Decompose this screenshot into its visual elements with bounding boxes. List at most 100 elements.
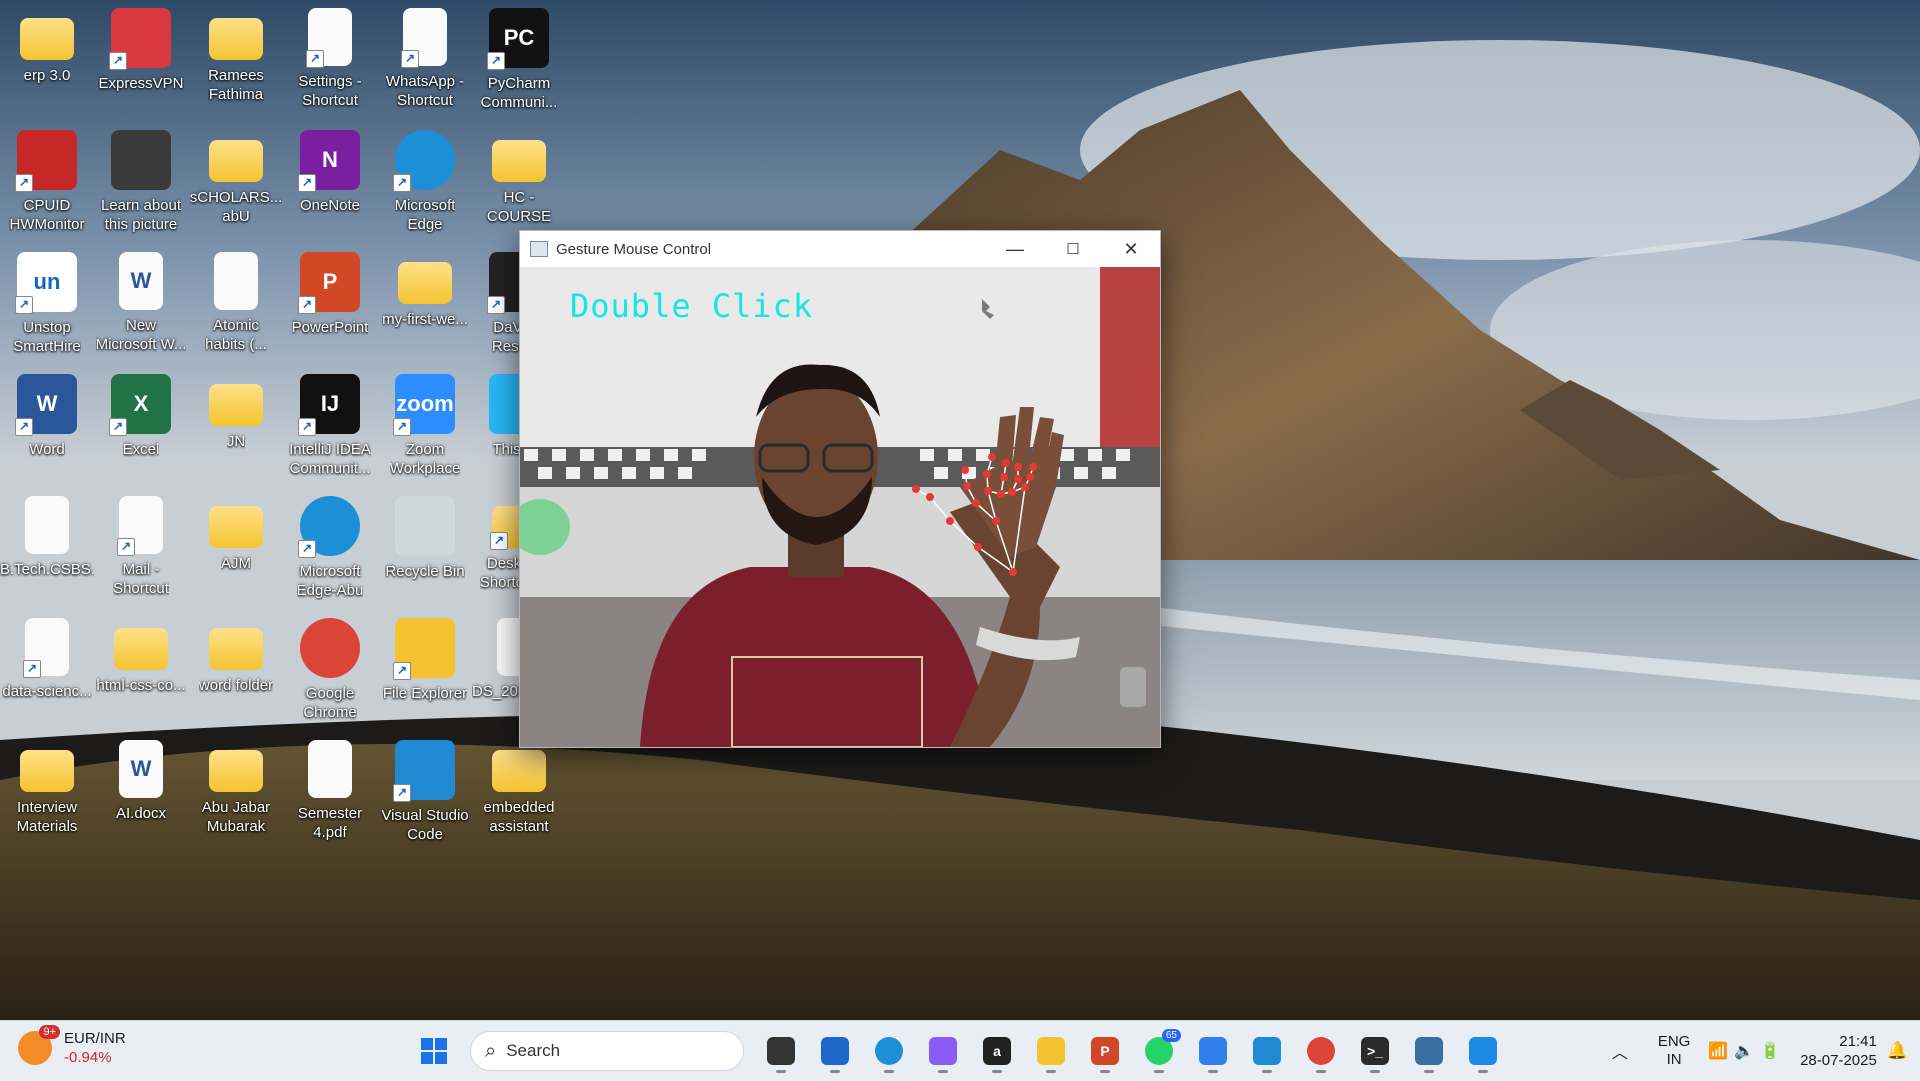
desktop-icon[interactable]: ↗ Microsoft Edge xyxy=(378,122,472,240)
start-button[interactable] xyxy=(412,1029,456,1073)
desktop-icon[interactable]: Google Chrome xyxy=(283,610,377,728)
shortcut-arrow-icon: ↗ xyxy=(117,538,135,556)
taskbar-app-edge[interactable] xyxy=(867,1029,911,1073)
desktop-icon[interactable]: AJM xyxy=(189,488,283,606)
desktop-icon[interactable]: Learn about this picture xyxy=(94,122,188,240)
desktop-icon[interactable]: JN xyxy=(189,366,283,484)
windows-logo-icon xyxy=(421,1038,447,1064)
desktop-icon[interactable]: ↗ File Explorer xyxy=(378,610,472,728)
folder-icon xyxy=(209,506,263,548)
desktop-icon[interactable]: sCHOLARS... abU xyxy=(189,122,283,240)
desktop-icon[interactable]: Abu Jabar Mubarak xyxy=(189,732,283,850)
desktop-icon[interactable]: Ramees Fathima xyxy=(189,0,283,118)
desktop-icon[interactable]: ↗ CPUID HWMonitor xyxy=(0,122,94,240)
desktop-icon[interactable]: ↗ Visual Studio Code xyxy=(378,732,472,850)
shortcut-arrow-icon: ↗ xyxy=(490,532,508,550)
taskbar-app-whatsapp[interactable]: 65 xyxy=(1137,1029,1181,1073)
photos-icon xyxy=(1469,1037,1497,1065)
desktop-icon-label: Mail - Shortcut xyxy=(113,561,169,597)
desktop-icon[interactable]: Atomic habits (... xyxy=(189,244,283,362)
desktop-icon[interactable]: erp 3.0 xyxy=(0,0,94,118)
desktop-icon[interactable]: W AI.docx xyxy=(94,732,188,850)
zoom-icon: zoom ↗ xyxy=(393,374,455,436)
desktop-icon-label: AI.docx xyxy=(115,805,167,822)
desktop-icon[interactable]: IJ ↗ IntelliJ IDEA Communit... xyxy=(283,366,377,484)
desktop-icon[interactable]: ↗ Mail - Shortcut xyxy=(94,488,188,606)
taskbar-app-microsoft-store[interactable] xyxy=(813,1029,857,1073)
taskbar-app-vscode[interactable] xyxy=(1245,1029,1289,1073)
desktop-icon[interactable]: PC ↗ PyCharm Communi... xyxy=(472,0,566,118)
taskbar-app-copilot[interactable] xyxy=(921,1029,965,1073)
running-indicator xyxy=(1208,1070,1218,1073)
desktop-icon-label: IntelliJ IDEA Communit... xyxy=(289,441,371,477)
desktop-icon[interactable]: N ↗ OneNote xyxy=(283,122,377,240)
desktop-icon[interactable]: ↗ data-scienc... xyxy=(0,610,94,728)
taskbar-app-python-idle[interactable] xyxy=(1407,1029,1451,1073)
desktop-icon-label: PowerPoint xyxy=(291,319,369,336)
shortcut-arrow-icon: ↗ xyxy=(109,418,127,436)
onenote-icon: N ↗ xyxy=(298,130,360,192)
desktop-icon-label: data-scienc... xyxy=(2,683,92,700)
taskbar-app-terminal[interactable]: >_ xyxy=(1353,1029,1397,1073)
vscode-icon xyxy=(1253,1037,1281,1065)
taskbar-app-chrome[interactable] xyxy=(1299,1029,1343,1073)
desktop-icon-label: Unstop SmartHire xyxy=(13,319,81,355)
desktop-icon[interactable]: ↗ ExpressVPN xyxy=(94,0,188,118)
desktop-icon[interactable]: Interview Materials xyxy=(0,732,94,850)
desktop-icon-label: Ramees Fathima xyxy=(208,67,264,103)
window-titlebar[interactable]: Gesture Mouse Control — ☐ ✕ xyxy=(520,231,1160,267)
network-volume-battery-icons[interactable]: 📶🔈🔋 xyxy=(1708,1041,1786,1061)
desktop-icon[interactable]: W ↗ Word xyxy=(0,366,94,484)
word-doc-icon: W xyxy=(119,252,163,310)
desktop-icon-label: AJM xyxy=(221,555,251,572)
desktop-icon[interactable]: ↗ Settings - Shortcut xyxy=(283,0,377,118)
taskbar-app-task-view[interactable] xyxy=(759,1029,803,1073)
desktop-icon[interactable]: ↗ Microsoft Edge-Abu xyxy=(283,488,377,606)
close-button[interactable]: ✕ xyxy=(1102,231,1160,267)
taskbar-app-photos[interactable] xyxy=(1461,1029,1505,1073)
widgets-button[interactable]: 9+ EUR/INR -0.94% xyxy=(18,1025,126,1067)
show-hidden-icons-chevron-icon[interactable]: ︿ xyxy=(1612,1039,1628,1063)
clock[interactable]: 21:41 28-07-2025 xyxy=(1800,1032,1877,1070)
desktop-icon-label: embedded assistant xyxy=(483,799,555,835)
desktop-icon[interactable]: my-first-we... xyxy=(378,244,472,362)
notification-bell-icon[interactable]: 🔔 xyxy=(1887,1041,1908,1061)
taskbar: 9+ EUR/INR -0.94% ⌕ Search a P 65 >_ ︿ ENG … xyxy=(0,1020,1920,1081)
taskbar-search-box[interactable]: ⌕ Search xyxy=(470,1031,744,1071)
taskbar-app-notes[interactable] xyxy=(1191,1029,1235,1073)
input-language-indicator[interactable]: ENG IN xyxy=(1658,1033,1691,1069)
vscode-icon: ↗ xyxy=(393,740,455,802)
desktop-icon[interactable]: Semester 4.pdf xyxy=(283,732,377,850)
running-indicator xyxy=(884,1070,894,1073)
desktop-icon[interactable]: HC - COURSE xyxy=(472,122,566,240)
desktop-icon[interactable]: zoom ↗ Zoom Workplace xyxy=(378,366,472,484)
microsoft-store-icon xyxy=(821,1037,849,1065)
running-indicator xyxy=(1424,1070,1434,1073)
document-icon: ↗ xyxy=(401,8,447,68)
unread-count-badge: 65 xyxy=(1161,1029,1181,1042)
desktop-icon[interactable]: un ↗ Unstop SmartHire xyxy=(0,244,94,362)
desktop-icon[interactable]: html-css-co... xyxy=(94,610,188,728)
taskbar-app-powerpoint[interactable]: P xyxy=(1083,1029,1127,1073)
desktop-icon[interactable]: Recycle Bin xyxy=(378,488,472,606)
shortcut-arrow-icon: ↗ xyxy=(23,660,41,678)
desktop-icon[interactable]: X ↗ Excel xyxy=(94,366,188,484)
taskbar-app-amazon[interactable]: a xyxy=(975,1029,1019,1073)
desktop-icon-label: JN xyxy=(226,433,246,450)
desktop-icon-label: OneNote xyxy=(299,197,361,214)
copilot-icon xyxy=(929,1037,957,1065)
taskbar-app-file-explorer[interactable] xyxy=(1029,1029,1073,1073)
desktop-icon[interactable]: W New Microsoft W... xyxy=(94,244,188,362)
desktop-icon[interactable]: ↗ WhatsApp - Shortcut xyxy=(378,0,472,118)
desktop-icon-label: File Explorer xyxy=(382,685,468,702)
desktop-icon[interactable]: word folder xyxy=(189,610,283,728)
minimize-button[interactable]: — xyxy=(986,231,1044,267)
desktop-icon-label: ExpressVPN xyxy=(98,75,184,92)
desktop-icon-label: Excel xyxy=(122,441,160,458)
desktop-icon[interactable]: embedded assistant xyxy=(472,732,566,850)
desktop-icon[interactable]: B.Tech.CSBS.... xyxy=(0,488,94,606)
gesture-mouse-control-window[interactable]: Gesture Mouse Control — ☐ ✕ Double Click xyxy=(519,230,1161,748)
desktop-icon-label: Google Chrome xyxy=(303,685,357,721)
desktop-icon[interactable]: P ↗ PowerPoint xyxy=(283,244,377,362)
maximize-button[interactable]: ☐ xyxy=(1044,231,1102,267)
